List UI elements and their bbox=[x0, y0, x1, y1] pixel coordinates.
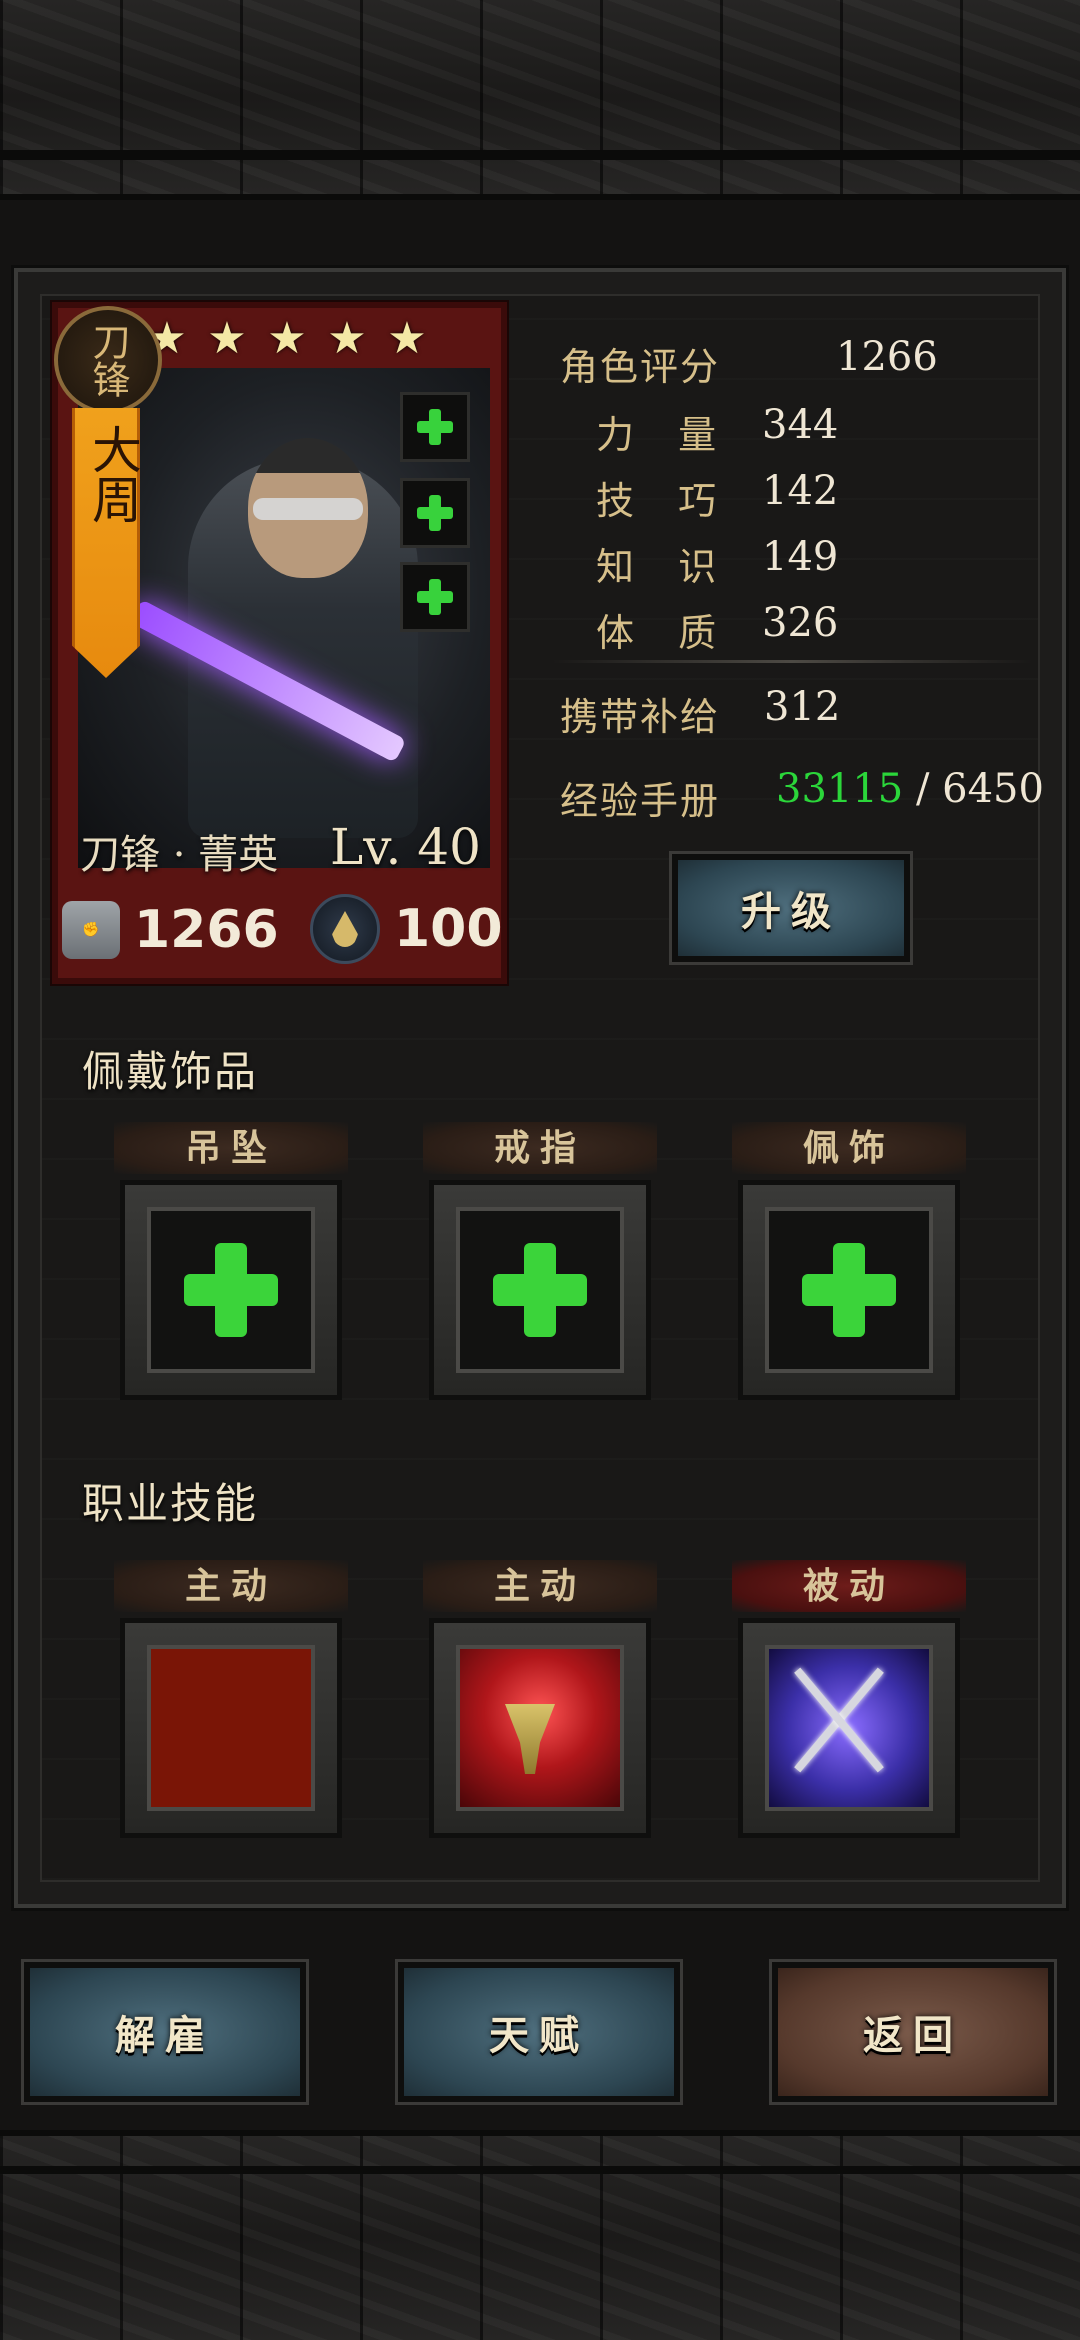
skill-slot-2[interactable]: 主动 bbox=[423, 1560, 657, 1850]
upgrade-button[interactable]: 升级 bbox=[669, 851, 913, 965]
skill-slot-3[interactable]: 被动 bbox=[732, 1560, 966, 1850]
accessory-slot-label: 佩饰 bbox=[732, 1122, 966, 1174]
hero-supply: 100 bbox=[310, 894, 503, 964]
drop-icon bbox=[310, 894, 380, 964]
hero-level: Lv. 40 bbox=[330, 818, 481, 876]
rating-value: 1266 bbox=[836, 334, 938, 380]
plus-icon bbox=[417, 495, 453, 531]
bottom-decor-band bbox=[0, 2130, 1080, 2340]
accessory-slot-ring[interactable]: 戒指 bbox=[423, 1122, 657, 1412]
hero-power: ✊ 1266 bbox=[62, 900, 279, 960]
exp-current: 33115 bbox=[776, 766, 904, 812]
skill-label: 技 巧 bbox=[596, 479, 733, 523]
exp-separator: / bbox=[903, 766, 943, 812]
accessory-slot-label: 戒指 bbox=[423, 1122, 657, 1174]
skill-type-label: 主动 bbox=[423, 1560, 657, 1612]
skills-title: 职业技能 bbox=[61, 1460, 483, 1531]
chalice-icon bbox=[460, 1649, 620, 1807]
hero-power-value: 1266 bbox=[134, 900, 279, 960]
accessories-title: 佩戴饰品 bbox=[61, 1028, 483, 1099]
faction-banner: 大周 bbox=[72, 408, 140, 678]
accessory-slot-pendant[interactable]: 吊坠 bbox=[114, 1122, 348, 1412]
knowledge-label: 知 识 bbox=[596, 545, 733, 589]
accessory-slot-trinket[interactable]: 佩饰 bbox=[732, 1122, 966, 1412]
class-badge-label: 刀锋 bbox=[86, 322, 130, 398]
star-icon: ★ bbox=[267, 313, 307, 364]
skill-type-label: 被动 bbox=[732, 1560, 966, 1612]
strength-label: 力 量 bbox=[596, 413, 733, 457]
hero-equip-slot-2[interactable] bbox=[400, 478, 470, 548]
class-badge: 刀锋 bbox=[54, 306, 162, 414]
flame-burst-icon bbox=[151, 1649, 311, 1807]
constitution-value: 326 bbox=[762, 600, 839, 646]
plus-icon bbox=[417, 409, 453, 445]
hero-equip-slot-3[interactable] bbox=[400, 562, 470, 632]
plus-icon bbox=[802, 1243, 896, 1337]
accessory-slot-label: 吊坠 bbox=[114, 1122, 348, 1174]
skill-value: 142 bbox=[762, 468, 839, 514]
top-decor-band bbox=[0, 0, 1080, 200]
strength-value: 344 bbox=[762, 402, 839, 448]
faction-banner-label: 大周 bbox=[84, 424, 142, 524]
back-button[interactable]: 返回 bbox=[769, 1959, 1057, 2105]
hero-rank-caption: 刀锋 · 菁英 bbox=[80, 832, 279, 878]
skill-slot-1[interactable]: 主动 bbox=[114, 1560, 348, 1850]
carry-label: 携带补给 bbox=[560, 695, 721, 739]
plus-icon bbox=[493, 1243, 587, 1337]
knowledge-value: 149 bbox=[762, 534, 839, 580]
skill-type-label: 主动 bbox=[114, 1560, 348, 1612]
star-icon: ★ bbox=[387, 313, 427, 364]
plus-icon bbox=[417, 579, 453, 615]
exp-label: 经验手册 bbox=[560, 779, 721, 823]
star-icon: ★ bbox=[207, 313, 247, 364]
talent-button[interactable]: 天赋 bbox=[395, 1959, 683, 2105]
dismiss-button[interactable]: 解雇 bbox=[21, 1959, 309, 2105]
plus-icon bbox=[184, 1243, 278, 1337]
carry-value: 312 bbox=[764, 684, 841, 730]
star-rating: ★ ★ ★ ★ ★ bbox=[144, 316, 430, 362]
exp-required: 6450 bbox=[942, 766, 1044, 812]
constitution-label: 体 质 bbox=[596, 611, 733, 655]
stats-divider bbox=[552, 660, 1032, 663]
fist-icon: ✊ bbox=[62, 901, 120, 959]
crossed-swords-icon bbox=[769, 1649, 929, 1807]
hero-equip-slot-1[interactable] bbox=[400, 392, 470, 462]
exp-progress: 33115 / 6450 bbox=[776, 766, 1044, 812]
hero-supply-value: 100 bbox=[394, 899, 503, 959]
rating-label: 角色评分 bbox=[560, 345, 721, 389]
star-icon: ★ bbox=[327, 313, 367, 364]
